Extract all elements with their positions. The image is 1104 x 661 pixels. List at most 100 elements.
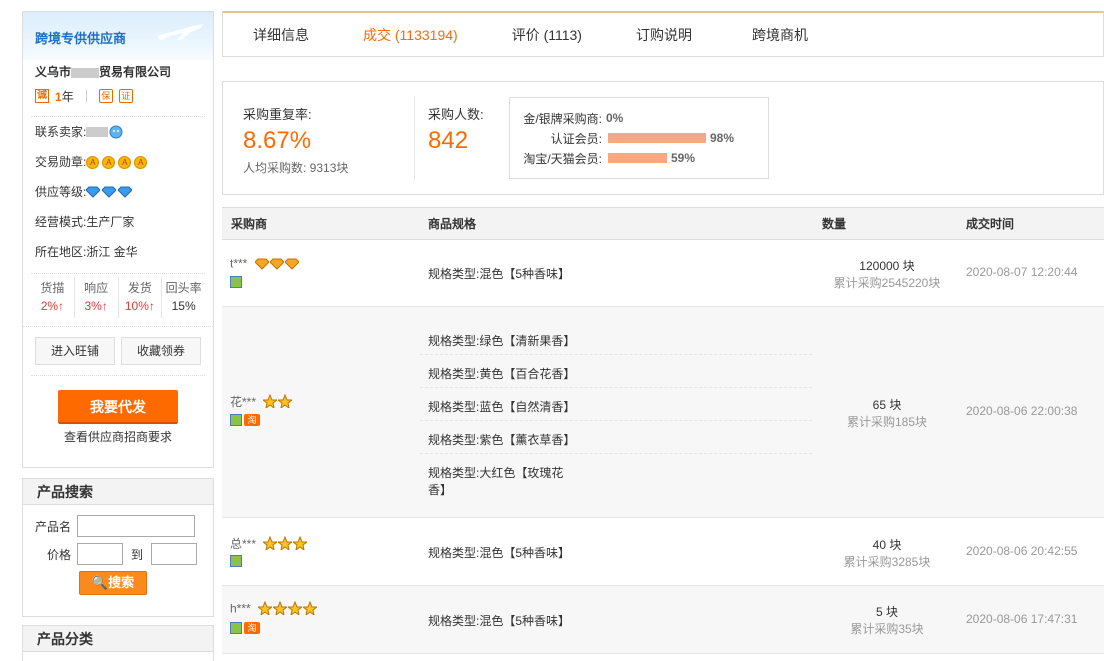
- product-name-input[interactable]: [77, 515, 195, 537]
- table-row: 花*** 淘 规格类型:绿色【清新果香】 规格类型:黄色【百合花香】 规格类型:…: [222, 307, 1104, 518]
- crown-icon: [278, 394, 293, 409]
- divider: [414, 96, 415, 180]
- supplier-requirements-link[interactable]: 查看供应商招商要求: [23, 428, 213, 445]
- supplier-card: 跨境专供供应商 义乌市 贸易有限公司 诚 1年 保 证 联系卖家: 交易勋章: A…: [22, 11, 214, 468]
- dist-bar: [608, 153, 667, 163]
- buyer-level-icons: [263, 536, 308, 553]
- time-cell: 2020-08-06 17:47:31: [966, 612, 1078, 626]
- buyer-badges: [230, 276, 242, 288]
- tab-order-notes[interactable]: 订购说明: [636, 25, 692, 45]
- contact-row: 联系卖家:: [35, 117, 213, 147]
- search-button[interactable]: 🔍搜索: [79, 571, 147, 595]
- banner-title: 跨境专供供应商: [35, 31, 127, 46]
- buyer-count-block: 采购人数: 842: [428, 107, 484, 154]
- spec-text: 香】: [428, 483, 453, 497]
- dist-row: 淘宝/天猫会员: 59%: [523, 151, 696, 166]
- medal-icon: A: [134, 155, 148, 169]
- crown-icon: [303, 601, 318, 615]
- spec-text: 规格类型:绿色【清新果香】: [428, 334, 576, 348]
- qty-cell: 5 块累计采购35块: [850, 605, 924, 636]
- certificate-icon[interactable]: 证: [118, 89, 133, 103]
- time-cell: 2020-08-06 22:00:38: [966, 404, 1078, 418]
- buyer-name[interactable]: 花***: [230, 393, 293, 411]
- stat-item: 发货 10%↑: [119, 278, 163, 318]
- divider: [420, 420, 812, 421]
- buyer-level-icons: [254, 256, 300, 273]
- dropship-button[interactable]: 我要代发: [58, 390, 178, 424]
- divider: [420, 387, 812, 388]
- collect-coupon-button[interactable]: 收藏领券: [121, 337, 201, 365]
- product-search-panel: 产品搜索 产品名 价格 到 🔍搜索: [22, 478, 214, 617]
- buyer-count-value: 842: [428, 127, 469, 154]
- tab-reviews[interactable]: 评价 (1113): [512, 25, 582, 45]
- product-category-panel: 产品分类: [22, 625, 214, 661]
- spec-text: 规格类型:混色【5种香味】: [428, 546, 571, 560]
- table-row: h*** 淘 规格类型:混色【5种香味】 5 块累计采购35块 2020-08-…: [222, 586, 1104, 654]
- buyer-badges: 淘: [230, 414, 260, 426]
- taobao-icon: 淘: [244, 622, 260, 634]
- table-row: t*** 规格类型:混色【5种香味】 120000 块累计采购2545220块 …: [222, 240, 1104, 307]
- buyer-badges: [230, 555, 242, 567]
- qty-cell: 120000 块累计采购2545220块: [833, 259, 941, 290]
- medal-row: 交易勋章: AAAA: [35, 147, 213, 177]
- level-row: 供应等级:: [35, 177, 213, 207]
- col-spec: 商品规格: [428, 217, 477, 231]
- buyer-level-icons: [263, 394, 293, 411]
- purchase-summary: 采购重复率: 8.67% 人均采购数: 9313块 采购人数: 842 金/银牌…: [222, 81, 1104, 195]
- repeat-rate-block: 采购重复率: 8.67% 人均采购数: 9313块: [243, 107, 349, 175]
- col-time: 成交时间: [966, 217, 1015, 231]
- transaction-table: 采购商 商品规格 数量 成交时间 t*** 规格类型:混色【5种香味】 1200…: [222, 207, 1104, 657]
- buyer-distribution: 金/银牌采购商: 0% 认证会员: 98% 淘宝/天猫会员: 59%: [509, 97, 769, 179]
- stat-item: 响应 3%↑: [75, 278, 119, 318]
- verified-member-icon: [230, 555, 242, 567]
- spec-text: 规格类型:混色【5种香味】: [428, 267, 571, 281]
- table-header: 采购商 商品规格 数量 成交时间: [222, 207, 1104, 240]
- tab-details[interactable]: 详细信息: [253, 25, 309, 45]
- region-row: 所在地区: 浙江 金华: [35, 245, 138, 259]
- verified-member-icon: [230, 414, 242, 426]
- supplier-banner: 跨境专供供应商: [23, 12, 213, 60]
- medal-icon: A: [86, 155, 100, 169]
- search-icon: 🔍: [91, 575, 109, 590]
- tab-bar: 详细信息 成交 (1133194) 评价 (1113) 订购说明 跨境商机: [222, 11, 1104, 57]
- diamond-icon: [254, 258, 269, 270]
- divider: [85, 90, 87, 102]
- buyer-name[interactable]: 总***: [230, 535, 308, 553]
- crown-icon: [278, 536, 293, 551]
- panel-title: 产品搜索: [23, 479, 213, 505]
- wangwang-chat-icon[interactable]: [108, 125, 124, 139]
- price-min-input[interactable]: [77, 543, 123, 565]
- spec-text: 规格类型:紫色【薰衣草香】: [428, 433, 576, 447]
- buyer-name[interactable]: h***: [230, 601, 318, 618]
- col-qty: 数量: [822, 217, 847, 231]
- diamond-icon: [86, 186, 101, 198]
- diamond-icon: [284, 258, 299, 270]
- divider: [420, 453, 812, 454]
- verified-member-icon: [230, 276, 242, 288]
- mode-row: 经营模式: 生产厂家: [35, 215, 135, 229]
- table-row: 总*** 规格类型:混色【5种香味】 40 块累计采购3285块 2020-08…: [222, 518, 1104, 586]
- diamond-icon: [102, 186, 117, 198]
- crown-icon: [273, 601, 288, 615]
- crown-icon: [288, 601, 303, 615]
- diamond-icon: [269, 258, 284, 270]
- crown-icon: [258, 601, 273, 615]
- spec-text: 规格类型:大红色【玫瑰花: [428, 466, 564, 480]
- tab-crossborder[interactable]: 跨境商机: [752, 25, 808, 45]
- enter-shop-button[interactable]: 进入旺铺: [35, 337, 115, 365]
- medal-icon: A: [102, 155, 116, 169]
- company-name[interactable]: 义乌市 贸易有限公司: [23, 60, 213, 80]
- dist-row: 金/银牌采购商: 0%: [523, 111, 624, 126]
- crown-icon: [263, 394, 278, 409]
- dist-bar: [608, 133, 706, 143]
- guarantee-icon[interactable]: 保: [98, 89, 113, 103]
- verified-member-icon: [230, 622, 242, 634]
- shop-buttons: 进入旺铺 收藏领券: [23, 326, 213, 365]
- year-value: 1: [55, 89, 62, 104]
- spec-text: 规格类型:黄色【百合花香】: [428, 367, 576, 381]
- tab-transactions[interactable]: 成交 (1133194): [363, 25, 458, 45]
- divider: [420, 354, 812, 355]
- repeat-rate-value: 8.67%: [243, 127, 312, 154]
- buyer-name[interactable]: t***: [230, 256, 300, 273]
- price-max-input[interactable]: [151, 543, 198, 565]
